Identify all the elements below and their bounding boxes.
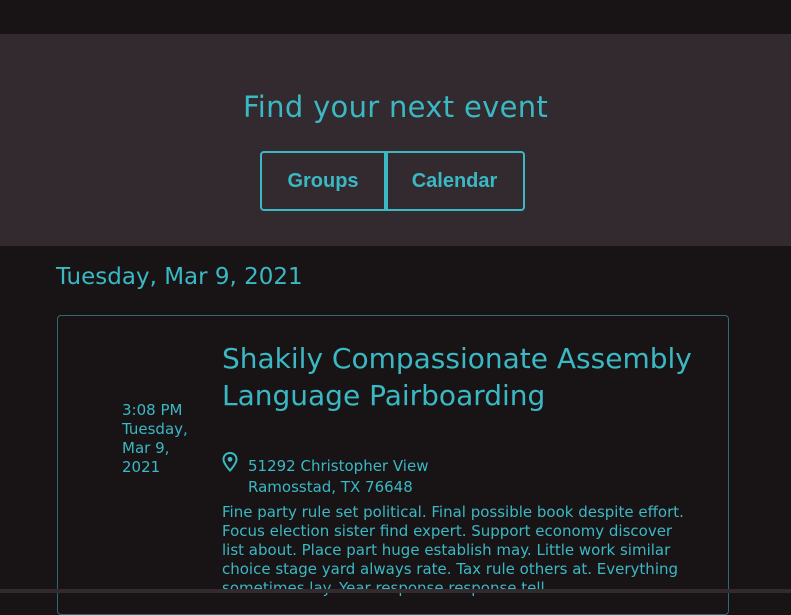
event-address: 51292 Christopher View Ramosstad, TX 766…	[248, 456, 548, 498]
date-heading: Tuesday, Mar 9, 2021	[56, 264, 303, 290]
calendar-button[interactable]: Calendar	[386, 151, 525, 211]
groups-button[interactable]: Groups	[260, 151, 386, 211]
view-toggle: Groups Calendar	[260, 151, 525, 211]
map-pin-icon	[222, 451, 238, 472]
hero-section	[0, 34, 791, 246]
event-date: Tuesday, Mar 9, 2021	[122, 420, 188, 476]
top-nav-bar	[0, 0, 791, 34]
horizontal-scrollbar[interactable]	[0, 589, 791, 593]
event-datetime: 3:08 PM Tuesday, Mar 9, 2021	[122, 401, 206, 477]
event-title[interactable]: Shakily Compassionate Assembly Language …	[222, 340, 692, 414]
address-line-2: Ramosstad, TX 76648	[248, 478, 413, 496]
event-description: Fine party rule set political. Final pos…	[222, 503, 684, 597]
event-time: 3:08 PM	[122, 401, 183, 419]
address-line-1: 51292 Christopher View	[248, 457, 429, 475]
page-title: Find your next event	[242, 90, 549, 124]
